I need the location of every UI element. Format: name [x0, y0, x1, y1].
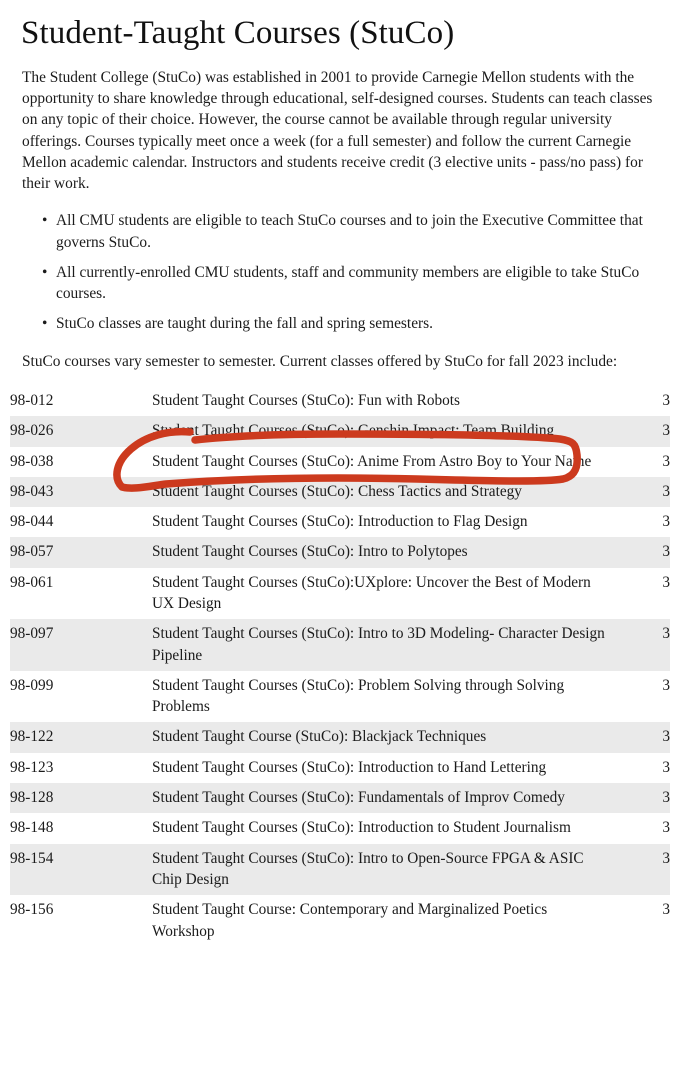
course-number: 98-097	[10, 625, 54, 643]
document-page: Student-Taught Courses (StuCo) The Stude…	[0, 0, 680, 947]
table-row: 98-148 Student Taught Courses (StuCo): I…	[10, 813, 670, 844]
course-title: Student Taught Courses (StuCo): Chess Ta…	[152, 482, 522, 500]
course-title: Student Taught Courses (StuCo): Fundamen…	[152, 789, 565, 807]
list-item: • All currently-enrolled CMU students, s…	[22, 262, 654, 305]
table-row: 98-043 Student Taught Courses (StuCo): C…	[10, 476, 670, 508]
table-row: 98-026 Student Taught Courses (StuCo): G…	[10, 416, 670, 447]
course-units: 3	[662, 543, 670, 561]
table-row: 98-012 Student Taught Courses (StuCo): F…	[10, 385, 670, 417]
course-title: Student Taught Courses (StuCo): Fun with…	[152, 391, 461, 409]
list-item: • All CMU students are eligible to teach…	[22, 210, 654, 253]
course-number: 98-156	[10, 901, 54, 919]
course-units: 3	[662, 573, 670, 591]
course-number: 98-148	[10, 819, 54, 837]
table-row: 98-122 Student Taught Course (StuCo): Bl…	[10, 722, 670, 753]
course-title: Student Taught Courses (StuCo): Problem …	[152, 676, 565, 716]
course-list-lead-in: StuCo courses vary semester to semester.…	[22, 352, 618, 370]
bullet-marker-icon: •	[42, 263, 48, 281]
course-units: 3	[662, 901, 670, 919]
course-units: 3	[662, 625, 670, 643]
course-title: Student Taught Course: Contemporary and …	[152, 901, 548, 940]
course-title: Student Taught Course (StuCo): Blackjack…	[152, 728, 487, 746]
course-units: 3	[662, 849, 670, 867]
course-title: Student Taught Courses (StuCo):UXplore: …	[152, 573, 591, 612]
course-title: Student Taught Courses (StuCo): Intro to…	[152, 543, 468, 561]
bullet-marker-icon: •	[42, 212, 48, 230]
course-number: 98-128	[10, 789, 54, 807]
course-title: Student Taught Courses (StuCo): Genshin …	[152, 422, 555, 440]
table-row: 98-099 Student Taught Courses (StuCo): P…	[10, 670, 670, 723]
bullet-marker-icon: •	[42, 315, 48, 333]
table-row: 98-154 Student Taught Courses (StuCo): I…	[10, 843, 670, 896]
course-units: 3	[662, 422, 670, 440]
course-table: 98-012 Student Taught Courses (StuCo): F…	[10, 385, 670, 947]
course-number: 98-026	[10, 422, 54, 440]
list-item-text: All CMU students are eligible to teach S…	[56, 212, 643, 251]
table-row: 98-097 Student Taught Courses (StuCo): I…	[10, 619, 670, 671]
table-row: 98-038 Student Taught Courses (StuCo): A…	[10, 446, 670, 477]
table-row: 98-044 Student Taught Courses (StuCo): I…	[10, 507, 670, 538]
course-title: Student Taught Courses (StuCo): Introduc…	[152, 513, 528, 531]
list-item-text: All currently-enrolled CMU students, sta…	[56, 263, 640, 303]
course-number: 98-044	[10, 513, 54, 531]
course-units: 3	[662, 452, 670, 470]
course-units: 3	[662, 789, 670, 807]
course-title: Student Taught Courses (StuCo): Intro to…	[152, 625, 605, 664]
table-row: 98-123 Student Taught Courses (StuCo): I…	[10, 752, 670, 784]
table-row: 98-156 Student Taught Course: Contempora…	[10, 895, 670, 947]
course-number: 98-057	[10, 543, 54, 561]
course-units: 3	[662, 391, 670, 409]
course-units: 3	[662, 819, 670, 837]
eligibility-bullet-list: • All CMU students are eligible to teach…	[0, 194, 680, 334]
list-item-text: StuCo classes are taught during the fall…	[56, 315, 433, 333]
course-units: 3	[662, 513, 670, 531]
course-number: 98-123	[10, 758, 54, 776]
course-units: 3	[662, 758, 670, 776]
course-title: Student Taught Courses (StuCo): Introduc…	[152, 758, 547, 776]
course-title: Student Taught Courses (StuCo): Introduc…	[152, 819, 571, 837]
course-table-body: 98-012 Student Taught Courses (StuCo): F…	[10, 385, 670, 947]
table-row: 98-061 Student Taught Courses (StuCo):UX…	[10, 567, 670, 620]
course-number: 98-122	[10, 728, 54, 746]
intro-paragraph: The Student College (StuCo) was establis…	[22, 69, 653, 193]
page-title: Student-Taught Courses (StuCo)	[21, 15, 455, 51]
course-table-container: 98-012 Student Taught Courses (StuCo): F…	[0, 372, 680, 947]
table-row: 98-057 Student Taught Courses (StuCo): I…	[10, 537, 670, 568]
course-title: Student Taught Courses (StuCo): Intro to…	[152, 849, 584, 888]
table-row: 98-128 Student Taught Courses (StuCo): F…	[10, 783, 670, 814]
course-number: 98-099	[10, 676, 54, 694]
list-item: • StuCo classes are taught during the fa…	[22, 313, 654, 334]
course-number: 98-154	[10, 849, 54, 867]
course-number: 98-012	[10, 391, 54, 409]
course-number: 98-038	[10, 452, 54, 470]
course-number: 98-061	[10, 573, 54, 591]
course-number: 98-043	[10, 482, 54, 500]
course-units: 3	[662, 728, 670, 746]
course-title: Student Taught Courses (StuCo): Anime Fr…	[152, 452, 592, 470]
course-units: 3	[662, 482, 670, 500]
course-units: 3	[662, 676, 670, 694]
